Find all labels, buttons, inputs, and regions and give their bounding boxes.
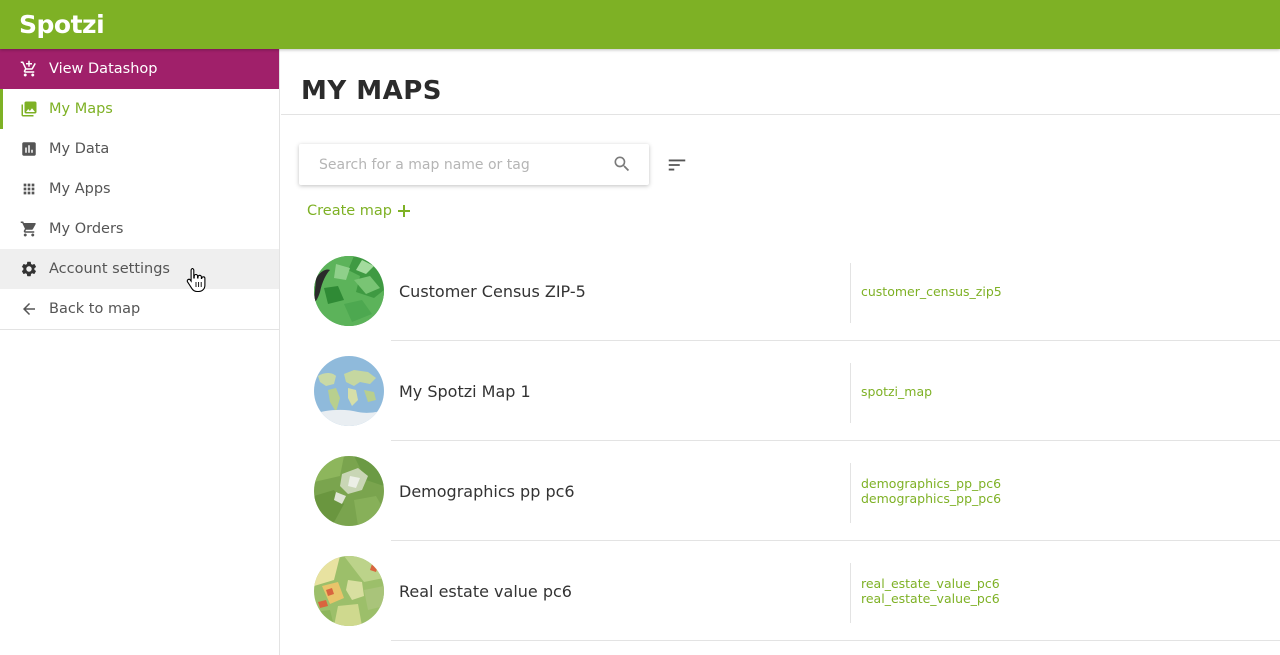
column-divider [850, 263, 851, 323]
sidebar-item-label: View Datashop [49, 61, 158, 77]
map-tags: demographics_pp_pc6 demographics_pp_pc6 [861, 441, 1001, 541]
map-list-item[interactable]: My Spotzi Map 1 spotzi_map [281, 341, 1280, 441]
cart-plus-icon [20, 60, 38, 78]
sidebar-item-view-datashop[interactable]: View Datashop [0, 49, 279, 89]
logo-text: Spotzi [19, 9, 105, 39]
map-tag[interactable]: real_estate_value_pc6 [861, 591, 1000, 606]
main-content: MY MAPS Create map Customer Census ZIP-5 [281, 49, 1280, 655]
map-tag[interactable]: demographics_pp_pc6 [861, 476, 1001, 491]
create-map-button[interactable]: Create map [307, 203, 411, 219]
search-box [299, 144, 649, 185]
sidebar-item-label: Back to map [49, 301, 141, 317]
map-name[interactable]: Customer Census ZIP-5 [399, 241, 586, 341]
map-thumbnail [314, 256, 384, 326]
sidebar: View Datashop My Maps My Data My Apps My… [0, 49, 280, 655]
gear-icon [20, 260, 38, 278]
map-tags: customer_census_zip5 [861, 241, 1002, 341]
map-thumbnail [314, 456, 384, 526]
map-name[interactable]: Real estate value pc6 [399, 541, 572, 641]
create-map-label: Create map [307, 203, 393, 219]
map-tag[interactable]: demographics_pp_pc6 [861, 491, 1001, 506]
map-list-item[interactable]: Demographics pp pc6 demographics_pp_pc6 … [281, 441, 1280, 541]
map-name[interactable]: My Spotzi Map 1 [399, 341, 531, 441]
map-list-item[interactable]: Real estate value pc6 real_estate_value_… [281, 541, 1280, 641]
map-tags: spotzi_map [861, 341, 932, 441]
plus-icon [398, 205, 411, 217]
map-tag[interactable]: customer_census_zip5 [861, 284, 1002, 299]
sidebar-item-label: Account settings [49, 261, 170, 277]
sidebar-item-label: My Apps [49, 181, 111, 197]
sidebar-item-my-data[interactable]: My Data [0, 129, 279, 169]
map-thumbnail [314, 356, 384, 426]
apps-grid-icon [20, 180, 38, 198]
map-list-item[interactable]: Customer Census ZIP-5 customer_census_zi… [281, 241, 1280, 341]
search-input[interactable] [299, 144, 599, 185]
column-divider [850, 463, 851, 523]
sidebar-item-my-maps[interactable]: My Maps [0, 89, 279, 129]
sort-icon[interactable] [666, 154, 688, 176]
image-icon [20, 100, 38, 118]
sidebar-divider [0, 329, 279, 330]
sidebar-item-account-settings[interactable]: Account settings [0, 249, 279, 289]
map-tag[interactable]: real_estate_value_pc6 [861, 576, 1000, 591]
sidebar-item-label: My Maps [49, 101, 113, 117]
page-title: MY MAPS [301, 76, 443, 106]
bar-chart-icon [20, 140, 38, 158]
map-thumbnail [314, 556, 384, 626]
sidebar-item-back-to-map[interactable]: Back to map [0, 289, 279, 329]
column-divider [850, 363, 851, 423]
map-tags: real_estate_value_pc6 real_estate_value_… [861, 541, 1000, 641]
title-divider [281, 114, 1280, 115]
cart-icon [20, 220, 38, 238]
row-divider [391, 640, 1280, 641]
spotzi-logo[interactable]: Spotzi [19, 5, 105, 43]
map-name[interactable]: Demographics pp pc6 [399, 441, 575, 541]
hand-cursor-icon [186, 267, 206, 293]
arrow-left-icon [20, 300, 38, 318]
sidebar-item-label: My Orders [49, 221, 124, 237]
sidebar-item-my-orders[interactable]: My Orders [0, 209, 279, 249]
sidebar-item-my-apps[interactable]: My Apps [0, 169, 279, 209]
column-divider [850, 563, 851, 623]
top-bar: Spotzi [0, 0, 1280, 49]
search-icon[interactable] [612, 154, 632, 174]
sidebar-item-label: My Data [49, 141, 110, 157]
map-tag[interactable]: spotzi_map [861, 384, 932, 399]
